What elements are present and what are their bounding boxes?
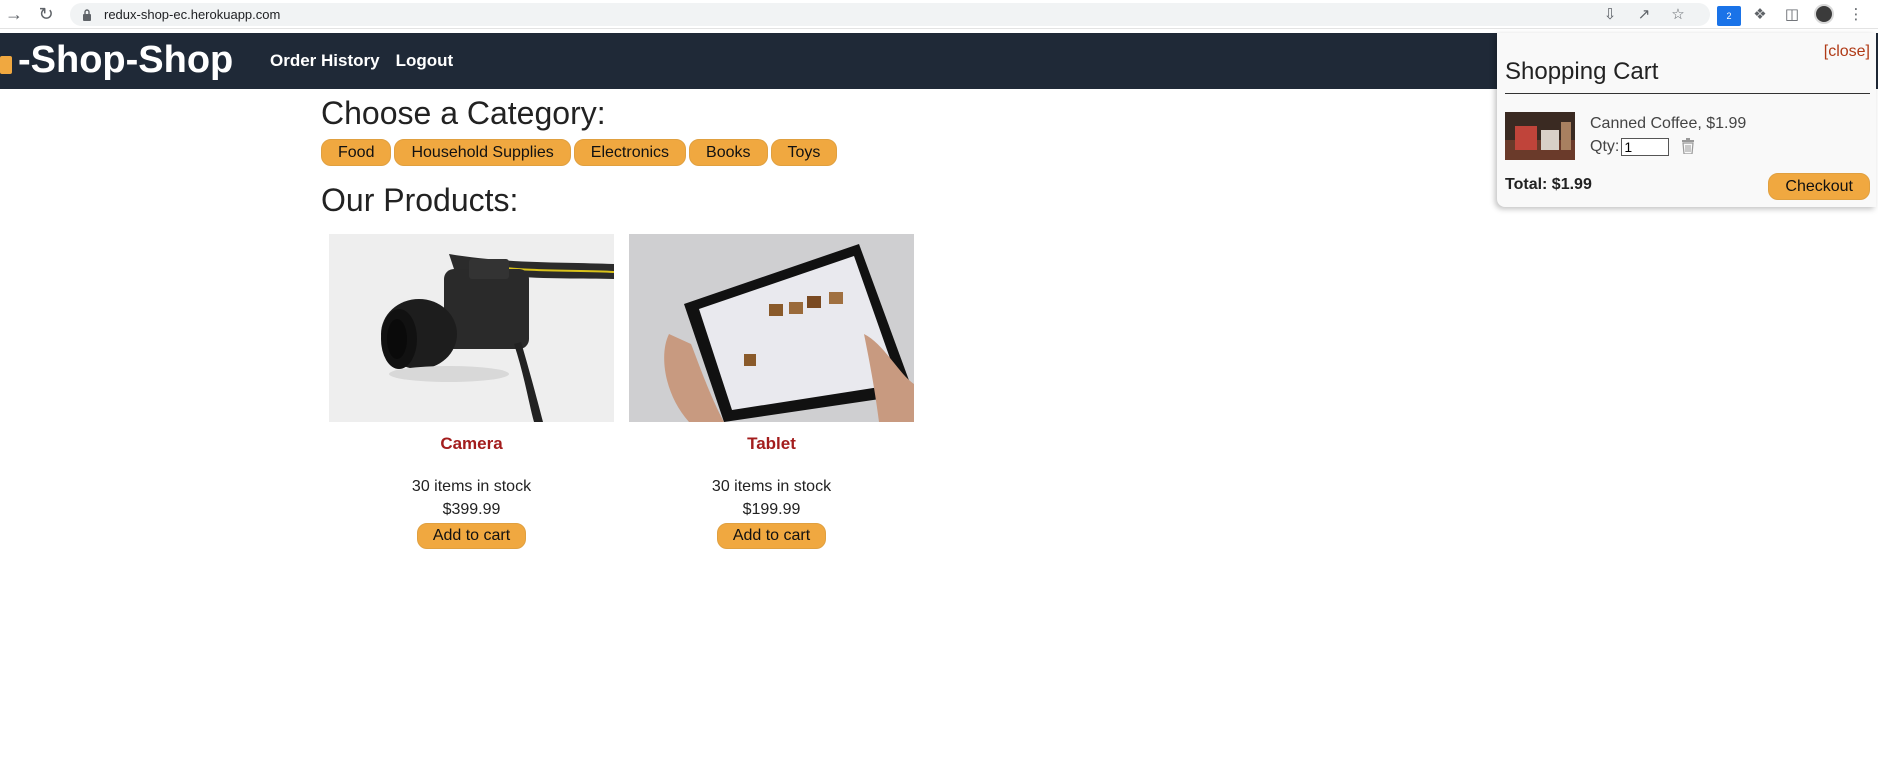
cart-divider (1505, 93, 1870, 94)
menu-kebab-icon[interactable]: ⋮ (1846, 4, 1866, 24)
category-electronics-button[interactable]: Electronics (573, 139, 687, 166)
extension-redux-icon[interactable]: ●2 (1717, 4, 1741, 26)
category-list: Food Household Supplies Electronics Book… (321, 139, 838, 166)
qty-label: Qty: (1590, 138, 1620, 155)
canned-coffee-image (1505, 112, 1575, 160)
brand[interactable]: -Shop-Shop (0, 39, 233, 82)
extension-badge: 2 (1717, 6, 1741, 26)
product-stock: 30 items in stock (711, 478, 832, 495)
product-name[interactable]: Tablet (629, 434, 914, 454)
reload-icon[interactable]: ↻ (36, 4, 56, 24)
tablet-image[interactable] (629, 234, 914, 422)
extensions-puzzle-icon[interactable]: ❖ (1750, 4, 1770, 24)
address-bar[interactable]: redux-shop-ec.herokuapp.com (70, 3, 1710, 26)
cart-title: Shopping Cart (1505, 58, 1659, 85)
order-history-link[interactable]: Order History (270, 51, 380, 71)
category-books-button[interactable]: Books (689, 139, 768, 166)
logout-link[interactable]: Logout (396, 51, 454, 71)
bookmark-star-icon[interactable]: ☆ (1668, 4, 1688, 24)
products-heading: Our Products: (321, 182, 519, 218)
product-name[interactable]: Camera (329, 434, 614, 454)
category-heading: Choose a Category: (321, 95, 606, 131)
profile-avatar[interactable] (1814, 4, 1834, 24)
camera-image[interactable] (329, 234, 614, 422)
url-text: redux-shop-ec.herokuapp.com (104, 7, 281, 22)
product-list: Camera 30 items in stock $399.99 Add to … (329, 234, 914, 549)
product-price: $199.99 (742, 501, 801, 518)
category-household-supplies-button[interactable]: Household Supplies (394, 139, 571, 166)
cart-item-qty-row: Qty: (1590, 138, 1697, 156)
forward-icon[interactable]: → (4, 4, 24, 24)
add-to-cart-button[interactable]: Add to cart (716, 523, 827, 549)
product-price: $399.99 (442, 501, 501, 518)
checkout-button[interactable]: Checkout (1768, 173, 1870, 200)
cart-total: Total: $1.99 (1505, 176, 1592, 193)
cart-item-name: Canned Coffee, $1.99 (1590, 115, 1747, 132)
share-icon[interactable]: ↗ (1634, 4, 1654, 24)
trash-icon[interactable] (1681, 138, 1697, 156)
product-card: Tablet 30 items in stock $199.99 Add to … (629, 234, 914, 549)
cart-close-link[interactable]: [close] (1824, 43, 1870, 61)
install-app-icon[interactable]: ⇩ (1600, 4, 1620, 24)
product-card: Camera 30 items in stock $399.99 Add to … (329, 234, 614, 549)
shopping-cart-panel: [close] Shopping Cart Canned Coffee, $1.… (1497, 33, 1876, 207)
category-toys-button[interactable]: Toys (770, 139, 838, 166)
browser-toolbar: → ↻ redux-shop-ec.herokuapp.com ⇩ ↗ ☆ ●2… (0, 0, 1878, 29)
side-panel-icon[interactable]: ◫ (1782, 4, 1802, 24)
brand-title: -Shop-Shop (18, 39, 234, 81)
lock-icon (82, 8, 94, 21)
qty-input[interactable] (1621, 138, 1670, 156)
shopping-bag-icon (0, 55, 12, 74)
category-food-button[interactable]: Food (321, 139, 392, 166)
product-stock: 30 items in stock (411, 478, 532, 495)
header-nav: Order History Logout (270, 51, 453, 71)
add-to-cart-button[interactable]: Add to cart (416, 523, 527, 549)
